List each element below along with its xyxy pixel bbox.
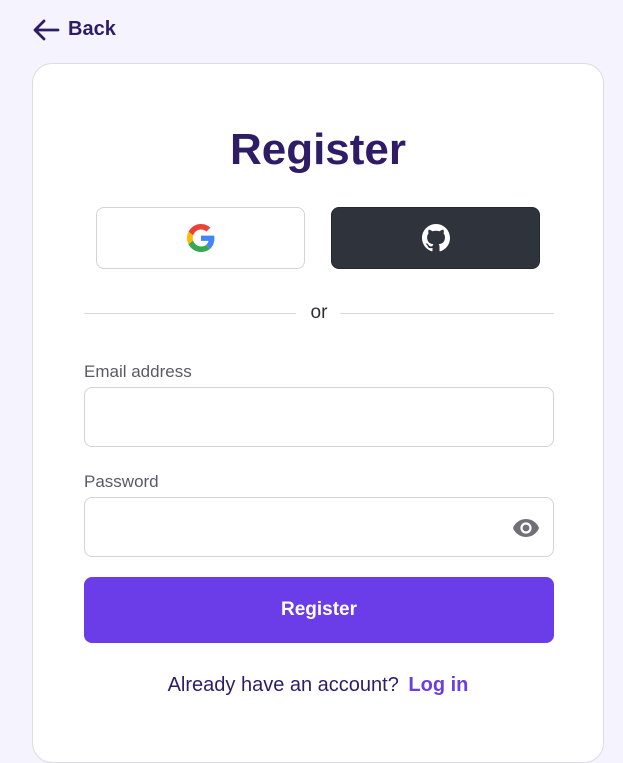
divider-line-right (340, 313, 554, 314)
login-prompt-row: Already have an account? Log in (33, 674, 603, 697)
show-password-toggle[interactable] (511, 516, 541, 540)
google-signin-button[interactable] (96, 207, 305, 269)
github-icon (421, 224, 450, 252)
password-label: Password (84, 472, 159, 491)
login-prompt-text: Already have an account? (167, 674, 399, 696)
arrow-left-icon (33, 19, 60, 40)
email-field[interactable] (85, 388, 553, 446)
back-link[interactable]: Back (32, 18, 116, 41)
register-card: Register or Email address Password Regis… (32, 63, 604, 763)
github-signin-button[interactable] (331, 207, 540, 269)
register-button[interactable]: Register (84, 577, 554, 643)
or-divider: or (84, 302, 554, 326)
login-link[interactable]: Log in (408, 674, 468, 696)
eye-icon (513, 519, 539, 537)
email-field-box (84, 387, 554, 447)
email-label: Email address (84, 362, 192, 381)
back-label: Back (68, 18, 116, 40)
password-field-box (84, 497, 554, 557)
password-field[interactable] (85, 498, 553, 556)
page-title: Register (229, 125, 407, 174)
google-icon (186, 224, 214, 252)
